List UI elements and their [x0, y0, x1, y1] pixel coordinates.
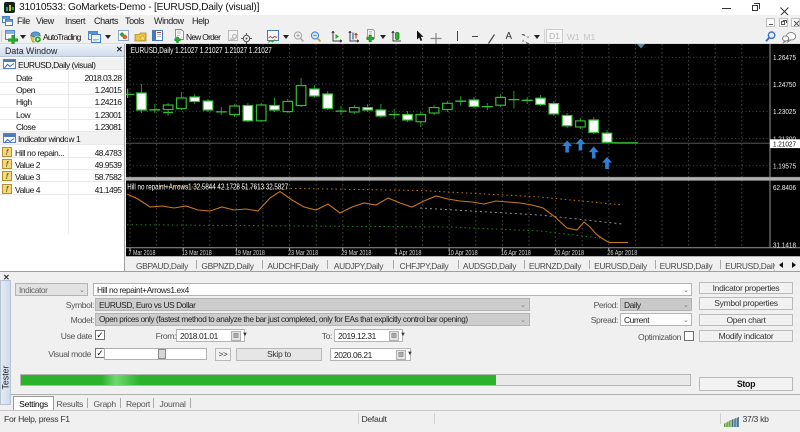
- svg-text:16 Apr 2018: 16 Apr 2018: [501, 248, 531, 256]
- svg-text:EURUSD,Daily 1.21027 1.21027: EURUSD,Daily 1.21027 1.21027 1.21027 1.2…: [131, 45, 272, 55]
- svg-text:1.24750: 1.24750: [773, 80, 796, 89]
- svg-text:Hill no repaint+Arrows1 32.584: Hill no repaint+Arrows1 32.5844 42.1728 …: [127, 183, 288, 192]
- svg-text:1.23025: 1.23025: [773, 107, 796, 116]
- svg-text:62.8406: 62.8406: [773, 183, 796, 192]
- svg-text:1.19575: 1.19575: [773, 162, 796, 171]
- svg-text:26 Apr 2018: 26 Apr 2018: [607, 248, 637, 256]
- svg-text:7 Mar 2018: 7 Mar 2018: [129, 248, 156, 256]
- svg-text:29 Mar 2018: 29 Mar 2018: [341, 248, 371, 256]
- svg-text:19 Mar 2018: 19 Mar 2018: [235, 248, 265, 256]
- svg-text:20 Apr 2018: 20 Apr 2018: [554, 248, 584, 256]
- svg-text:1.26475: 1.26475: [773, 53, 796, 62]
- svg-text:10 Apr 2018: 10 Apr 2018: [448, 248, 478, 256]
- svg-text:4 Apr 2018: 4 Apr 2018: [395, 248, 422, 256]
- svg-text:1.21027: 1.21027: [773, 140, 796, 149]
- svg-text:23 Mar 2018: 23 Mar 2018: [288, 248, 318, 256]
- svg-text:31.1418: 31.1418: [773, 240, 796, 249]
- svg-text:13 Mar 2018: 13 Mar 2018: [182, 248, 212, 256]
